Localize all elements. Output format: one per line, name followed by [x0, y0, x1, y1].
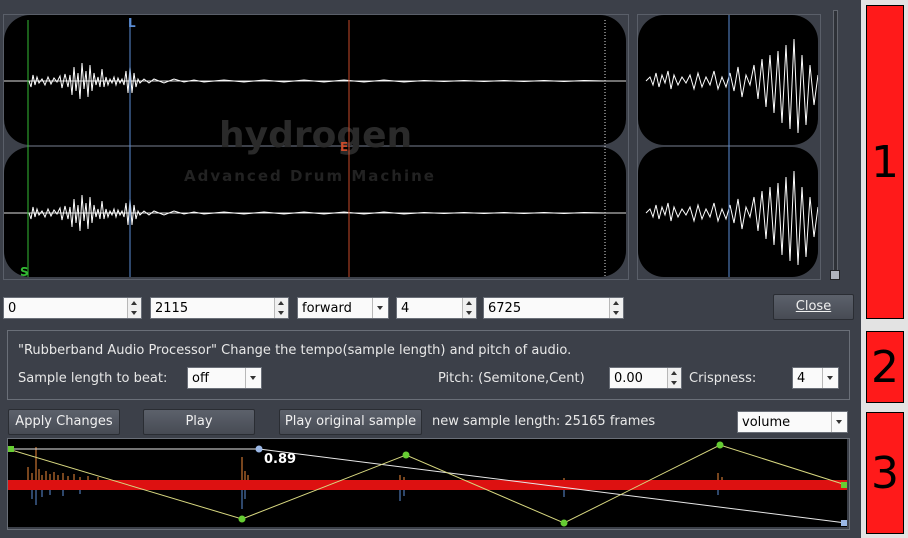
zoom-waveform-canvas	[645, 15, 818, 277]
annotation-box-3: 3	[866, 412, 904, 534]
repeats-stepper[interactable]	[462, 298, 476, 318]
zoom-slider-handle[interactable]	[830, 270, 840, 280]
envelope-point-1[interactable]	[238, 515, 246, 523]
envelope-red-band	[8, 480, 847, 490]
zoom-waveform-top-trace	[645, 38, 818, 134]
end-frame-stepper[interactable]	[609, 298, 623, 318]
zoom-waveform-bottom-trace	[645, 170, 818, 266]
loop-mode-dropdown-icon[interactable]	[372, 298, 388, 318]
annotation-box-2: 2	[866, 331, 904, 403]
start-marker-label: S	[20, 265, 29, 277]
pitch-spinbox[interactable]: 0.00	[609, 367, 682, 389]
start-frame-value: 0	[8, 301, 17, 316]
envelope-mode-value: volume	[742, 415, 791, 430]
main-waveform-top-trace	[28, 62, 605, 100]
main-waveform-canvas[interactable]: hydrogen Advanced Drum Machine L E S	[4, 15, 626, 277]
loop-mode-select[interactable]: forward	[297, 297, 389, 319]
play-original-button[interactable]: Play original sample	[279, 409, 422, 435]
end-frame-spinbox[interactable]: 6725	[483, 297, 624, 319]
repeats-value: 4	[401, 301, 410, 316]
envelope-editor-canvas[interactable]: 0.89	[8, 439, 847, 527]
annotation-box-1: 1	[866, 5, 904, 319]
apply-changes-button[interactable]: Apply Changes	[8, 409, 120, 435]
envelope-white-end-point[interactable]	[841, 520, 847, 526]
sample-length-label: Sample length to beat:	[18, 371, 168, 386]
pitch-value: 0.00	[614, 371, 643, 386]
start-frame-stepper[interactable]	[127, 298, 141, 318]
loop-frame-value: 2115	[155, 301, 189, 316]
sample-length-dropdown-icon[interactable]	[245, 368, 261, 388]
loop-frame-stepper[interactable]	[274, 298, 288, 318]
envelope-mode-dropdown-icon[interactable]	[831, 412, 847, 432]
sample-length-value: off	[192, 371, 209, 386]
main-waveform-bottom-trace	[28, 194, 605, 232]
pitch-label: Pitch: (Semitone,Cent)	[438, 371, 585, 386]
envelope-point-end[interactable]	[841, 482, 847, 488]
loop-marker-label: L	[128, 16, 136, 30]
loop-frame-spinbox[interactable]: 2115	[150, 297, 289, 319]
end-frame-value: 6725	[488, 301, 522, 316]
watermark-subtitle: Advanced Drum Machine	[184, 167, 436, 185]
play-button[interactable]: Play	[143, 409, 255, 435]
rubberband-description: "Rubberband Audio Processor" Change the …	[18, 343, 572, 358]
watermark-title: hydrogen	[219, 115, 412, 156]
envelope-point-2[interactable]	[402, 451, 410, 459]
crispness-dropdown-icon[interactable]	[822, 368, 838, 388]
envelope-point-start[interactable]	[8, 446, 14, 452]
envelope-point-value: 0.89	[264, 452, 296, 467]
envelope-point-3[interactable]	[560, 519, 568, 527]
start-frame-spinbox[interactable]: 0	[3, 297, 142, 319]
crispness-label: Crispness:	[689, 371, 757, 386]
envelope-selected-point[interactable]	[255, 445, 263, 453]
loop-mode-value: forward	[302, 301, 352, 316]
zoom-slider-track[interactable]	[833, 10, 838, 272]
new-length-text: new sample length: 25165 frames	[432, 414, 656, 429]
envelope-point-4[interactable]	[716, 441, 724, 449]
repeats-spinbox[interactable]: 4	[396, 297, 477, 319]
crispness-select[interactable]: 4	[792, 367, 839, 389]
close-button[interactable]: Close	[773, 294, 854, 320]
envelope-mode-select[interactable]: volume	[737, 411, 848, 433]
end-marker-label: E	[340, 140, 348, 154]
crispness-value: 4	[797, 371, 806, 386]
pitch-stepper[interactable]	[667, 368, 681, 388]
sample-peaks-blue	[31, 490, 719, 509]
sample-length-select[interactable]: off	[187, 367, 262, 389]
rubberband-group	[7, 330, 850, 400]
